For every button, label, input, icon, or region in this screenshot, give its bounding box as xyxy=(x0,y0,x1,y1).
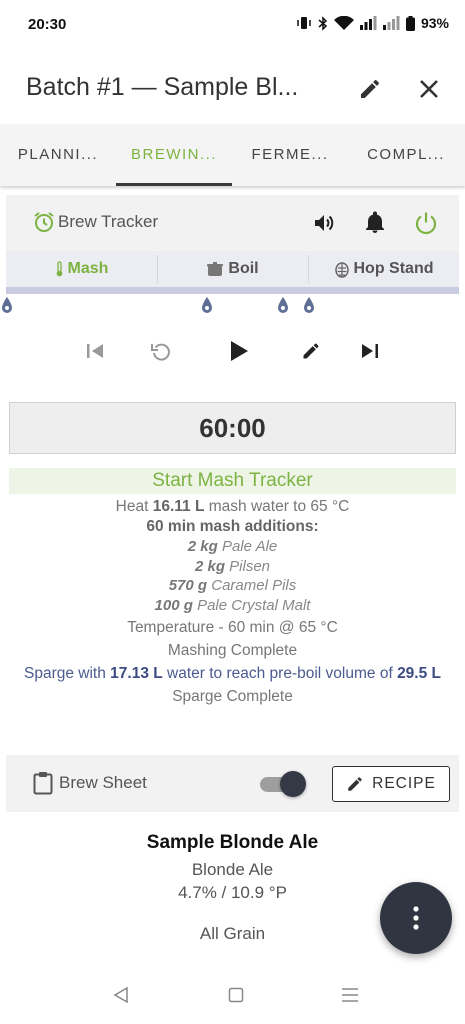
additions-header: 60 min mash additions: xyxy=(146,518,319,535)
brew-tracker-header: Brew Tracker xyxy=(6,195,459,251)
heat-water-step: Heat 16.11 L mash water to 65 °C xyxy=(115,498,350,515)
addition-item: 570 g Caramel Pils xyxy=(168,577,297,594)
stage-mash-label: Mash xyxy=(67,260,109,277)
brew-sheet-label: Brew Sheet xyxy=(59,773,147,792)
close-button[interactable] xyxy=(413,73,445,105)
power-icon xyxy=(415,212,437,235)
edit-timer-button[interactable] xyxy=(294,334,328,368)
addition-item: 2 kg Pale Ale xyxy=(187,538,278,555)
playback-controls xyxy=(0,334,465,368)
batch-tabs: PLANNI... BREWIN... FERME... COMPL... xyxy=(0,124,465,186)
back-triangle-icon xyxy=(113,986,128,1004)
hop-icon xyxy=(334,261,349,278)
tab-planning[interactable]: PLANNI... xyxy=(0,124,116,186)
brew-sheet-toggle[interactable] xyxy=(260,771,306,797)
tab-fermenting[interactable]: FERME... xyxy=(232,124,348,186)
page-title: Batch #1 — Sample Bl... xyxy=(26,73,299,101)
recipe-button[interactable]: RECIPE xyxy=(332,766,450,802)
timeline-marker[interactable] xyxy=(277,296,289,314)
signal-icon-2 xyxy=(382,16,400,30)
tab-indicator xyxy=(116,183,232,186)
system-nav-bar xyxy=(0,966,465,1024)
recipe-style: Blonde Ale xyxy=(191,860,274,879)
menu-lines-icon xyxy=(342,988,358,1002)
skip-previous-icon xyxy=(87,344,103,358)
pencil-icon xyxy=(348,777,362,791)
addition-item: 100 g Pale Crystal Malt xyxy=(154,596,311,614)
skip-next-icon xyxy=(362,344,378,358)
tab-brewing[interactable]: BREWIN... xyxy=(116,124,232,186)
app-bar: Batch #1 — Sample Bl... xyxy=(0,55,465,123)
more-options-fab[interactable] xyxy=(380,882,452,954)
brew-tracker-title: Brew Tracker xyxy=(58,212,159,231)
stage-hop-stand-label: Hop Stand xyxy=(353,260,434,277)
skip-next-button[interactable] xyxy=(353,334,387,368)
pot-icon xyxy=(207,262,224,276)
brew-sheet-bar: Brew Sheet RECIPE xyxy=(6,755,459,812)
nav-home-button[interactable] xyxy=(224,984,248,1006)
nav-recents-button[interactable] xyxy=(338,984,362,1006)
stage-hop-stand[interactable]: Hop Stand xyxy=(308,251,459,287)
more-vertical-icon xyxy=(413,906,419,930)
close-icon xyxy=(420,80,438,98)
timeline-marker[interactable] xyxy=(201,296,213,314)
status-time: 20:30 xyxy=(28,16,67,33)
clipboard-icon xyxy=(33,772,53,795)
bell-icon xyxy=(366,211,384,233)
play-icon xyxy=(231,341,248,361)
temperature-step: Temperature - 60 min @ 65 °C xyxy=(127,619,338,636)
battery-percent: 93% xyxy=(420,15,449,31)
home-square-icon xyxy=(228,987,244,1003)
brew-tracker-card: Brew Tracker Mash Boil Hop Stand xyxy=(6,195,459,294)
notification-button[interactable] xyxy=(360,208,390,238)
sparge-complete-step: Sparge Complete xyxy=(172,688,293,705)
status-bar: 20:30 93% xyxy=(0,0,465,50)
restart-icon xyxy=(151,343,170,361)
edit-button[interactable] xyxy=(354,73,386,105)
alarm-clock-icon xyxy=(34,212,54,232)
stage-progress-track xyxy=(6,287,459,294)
skip-previous-button[interactable] xyxy=(78,334,112,368)
timeline-marker[interactable] xyxy=(1,296,13,314)
tab-complete[interactable]: COMPL... xyxy=(348,124,464,186)
mash-steps: Start Mash Tracker Heat 16.11 L mash wat… xyxy=(9,468,456,707)
stage-mash[interactable]: Mash xyxy=(6,251,157,287)
sound-button[interactable] xyxy=(309,208,339,238)
bluetooth-icon xyxy=(318,15,328,31)
wifi-icon xyxy=(333,15,354,30)
stage-tabs: Mash Boil Hop Stand xyxy=(6,251,459,287)
vibrate-icon xyxy=(297,17,311,29)
timer-display: 60:00 xyxy=(9,402,456,454)
toggle-thumb xyxy=(280,771,306,797)
restart-button[interactable] xyxy=(144,334,178,368)
mashing-complete-step: Mashing Complete xyxy=(167,642,298,659)
stage-boil-label: Boil xyxy=(228,260,259,277)
stage-boil[interactable]: Boil xyxy=(157,251,308,287)
thermometer-icon xyxy=(56,261,62,277)
status-icons: 93% xyxy=(296,15,449,31)
battery-icon xyxy=(405,15,415,31)
pencil-icon xyxy=(303,343,319,359)
signal-icon xyxy=(359,16,377,30)
sparge-step: Sparge with 17.13 L water to reach pre-b… xyxy=(23,665,442,682)
recipe-name: Sample Blonde Ale xyxy=(146,832,319,853)
recipe-button-label: RECIPE xyxy=(372,775,436,792)
pencil-icon xyxy=(361,79,380,98)
play-button[interactable] xyxy=(222,334,256,368)
nav-back-button[interactable] xyxy=(109,984,133,1006)
power-button[interactable] xyxy=(411,208,441,238)
addition-item: 2 kg Pilsen xyxy=(194,557,271,575)
timeline-marker[interactable] xyxy=(303,296,315,314)
start-mash-tracker-button[interactable]: Start Mash Tracker xyxy=(9,468,456,494)
volume-icon xyxy=(315,215,334,231)
